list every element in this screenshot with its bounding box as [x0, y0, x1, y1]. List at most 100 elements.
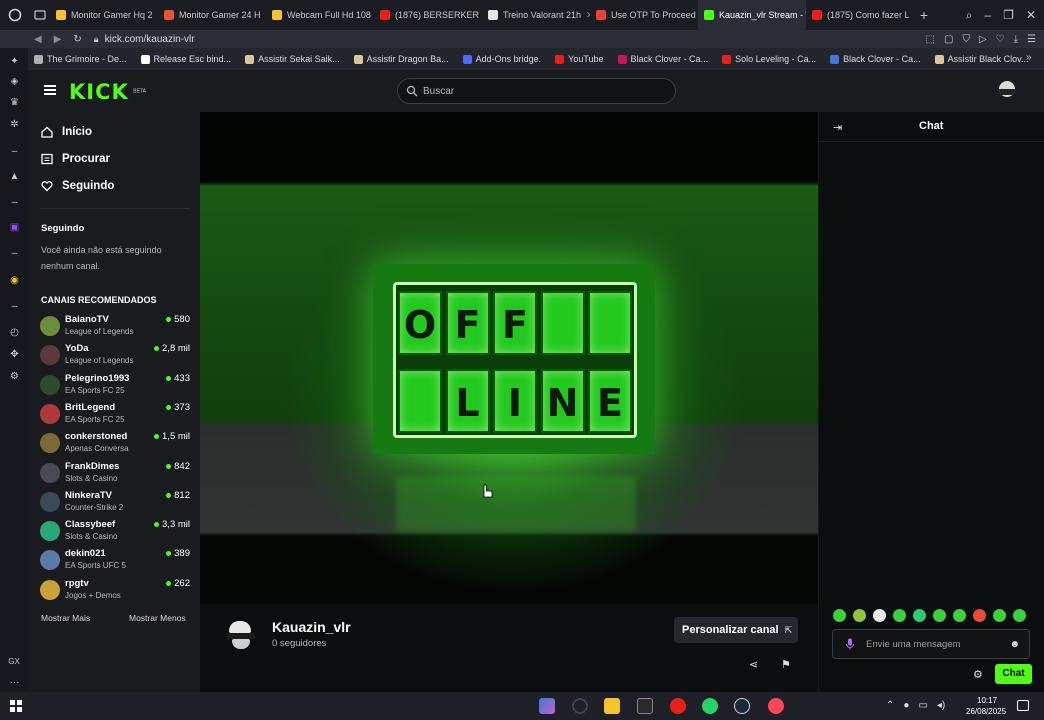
kick-logo[interactable]: KICK BETA: [69, 80, 146, 104]
bookmark-item[interactable]: Release Esc bind...: [140, 54, 231, 64]
search-input[interactable]: Buscar: [423, 86, 454, 97]
recommended-channel[interactable]: NinkeraTV Counter-Strike 2 812: [40, 489, 190, 517]
close-window-button[interactable]: ✕: [1026, 8, 1036, 23]
bookmark-heart-icon[interactable]: ♡: [996, 34, 1005, 45]
taskbar-explorer-icon[interactable]: [604, 698, 620, 714]
sidebar-bug-icon[interactable]: ✲: [9, 119, 20, 130]
windows-start-icon[interactable]: [10, 700, 22, 712]
browser-tab[interactable]: (1876) BERSERKER✕: [374, 0, 482, 30]
bookmark-item[interactable]: Assistir Dragon Ba...: [353, 54, 449, 64]
taskbar-epic-icon[interactable]: [637, 698, 653, 714]
sidebar-aria-icon[interactable]: ▲: [9, 171, 20, 182]
recommended-channel[interactable]: YoDa League of Legends 2,8 mil: [40, 342, 190, 370]
browser-tab[interactable]: (1875) Como fazer L✕: [806, 0, 914, 30]
sidebar-extensions-icon[interactable]: ✥: [9, 349, 20, 360]
taskbar-whatsapp-icon[interactable]: [702, 698, 718, 714]
emote-icon[interactable]: [993, 609, 1006, 622]
bookmark-item[interactable]: Solo Leveling - Ca...: [722, 54, 816, 64]
report-icon[interactable]: ⚑: [781, 658, 791, 671]
sidebar-history-icon[interactable]: ◴: [9, 327, 20, 338]
player-icon[interactable]: ▷: [979, 34, 987, 45]
channel-name[interactable]: Kauazin_vlr: [272, 619, 351, 635]
taskbar-opera-gx-icon[interactable]: [572, 698, 588, 714]
chat-send-button[interactable]: Chat: [995, 664, 1032, 684]
video-player[interactable]: OFFLINE: [200, 112, 818, 604]
taskbar-copilot-icon[interactable]: [539, 698, 555, 714]
sidebar-twitch-icon[interactable]: ▣: [9, 222, 20, 233]
snapshot-icon[interactable]: ▢: [944, 34, 953, 45]
back-icon[interactable]: ◀: [34, 34, 42, 45]
bookmark-item[interactable]: Assistir Sekai Saik...: [245, 54, 340, 64]
recommended-channel[interactable]: dekin021 EA Sports UFC 5 389: [40, 547, 190, 575]
recommended-channel[interactable]: rpgtv Jogos + Demos 262: [40, 577, 190, 605]
share-icon[interactable]: ⋖: [749, 658, 758, 671]
recommended-channel[interactable]: Classybeef Slots & Casino 3,3 mil: [40, 518, 190, 546]
bookmark-item[interactable]: Add-Ons bridge.: [462, 54, 541, 64]
clock-time[interactable]: 10:17: [977, 696, 997, 705]
new-tab-button[interactable]: +: [914, 7, 934, 23]
nav-inicio[interactable]: Início: [41, 126, 92, 138]
sidebar-settings-icon[interactable]: ⚙: [9, 371, 20, 382]
sidebar-gx-icon[interactable]: ✦: [9, 56, 20, 67]
emote-icon[interactable]: [1013, 609, 1026, 622]
bookmarks-overflow-icon[interactable]: »: [1026, 52, 1032, 63]
recommended-channel[interactable]: FrankDimes Slots & Casino 842: [40, 460, 190, 488]
collapse-chat-icon[interactable]: ⇥: [833, 121, 842, 134]
vpn-icon[interactable]: ⛉: [962, 34, 970, 45]
emote-icon[interactable]: [933, 609, 946, 622]
sidebar-gx-corner-icon[interactable]: ◈: [9, 76, 20, 87]
tray-icons[interactable]: ⌃ ● ▭ ◂): [886, 700, 945, 711]
browser-tab[interactable]: Monitor Gamer 24 H✕: [158, 0, 266, 30]
tab-switcher-icon[interactable]: [30, 0, 50, 30]
sidebar-more-icon[interactable]: ···: [9, 677, 20, 688]
emote-icon[interactable]: [913, 609, 926, 622]
chat-input[interactable]: Envie uma mensagem ☻: [832, 629, 1030, 659]
user-avatar[interactable]: [999, 81, 1015, 97]
sidebar-trophy-icon[interactable]: ♛: [9, 97, 20, 108]
emote-icon[interactable]: [953, 609, 966, 622]
channel-avatar[interactable]: [220, 614, 262, 656]
maximize-button[interactable]: ❐: [1003, 8, 1014, 23]
emote-icon[interactable]: [973, 609, 986, 622]
nav-seguindo[interactable]: Seguindo: [41, 180, 114, 192]
show-less-button[interactable]: Mostrar Menos: [129, 613, 186, 623]
recommended-channel[interactable]: conkerstoned Apenas Conversa 1,5 mil: [40, 430, 190, 458]
opera-logo-icon[interactable]: [0, 0, 30, 30]
sidebar-radio-icon[interactable]: ◉: [9, 275, 20, 286]
bookmark-item[interactable]: YouTube: [555, 54, 604, 64]
taskbar-steam-icon[interactable]: [734, 698, 750, 714]
search-tabs-icon[interactable]: ⌕: [966, 8, 973, 23]
bookmark-item[interactable]: The Grimoire - De...: [34, 54, 127, 64]
browser-tab[interactable]: Monitor Gamer Hq 2✕: [50, 0, 158, 30]
tray-network-icon[interactable]: ▭: [918, 700, 927, 711]
browser-tab[interactable]: Kauazin_vlr Stream - Wat✕: [698, 0, 806, 30]
emoji-icon[interactable]: ☻: [1009, 639, 1020, 650]
show-more-button[interactable]: Mostrar Mais: [41, 613, 90, 623]
mic-icon[interactable]: [845, 638, 855, 650]
emote-icon[interactable]: [893, 609, 906, 622]
bookmark-item[interactable]: Black Clover - Ca...: [617, 54, 708, 64]
nav-procurar[interactable]: Procurar: [41, 153, 110, 165]
bookmark-item[interactable]: Black Clover - Ca...: [830, 54, 921, 64]
chat-settings-icon[interactable]: ⚙: [973, 668, 983, 681]
taskbar-app-red-icon[interactable]: [670, 698, 686, 714]
reload-icon[interactable]: ↻: [73, 34, 81, 45]
url-field[interactable]: kick.com/kauazin-vlr: [105, 34, 195, 45]
customize-channel-button[interactable]: Personalizar canal ⇱: [674, 617, 798, 643]
search-bar[interactable]: Buscar: [397, 78, 676, 104]
emote-icon[interactable]: [833, 609, 846, 622]
clock-date[interactable]: 26/08/2025: [966, 707, 1006, 716]
browser-tab[interactable]: Treino Valorant 21h ✕: [482, 0, 590, 30]
tray-volume-icon[interactable]: ◂): [937, 700, 945, 711]
easy-setup-icon[interactable]: ☰: [1027, 34, 1036, 45]
forward-icon[interactable]: ▶: [54, 34, 62, 45]
hamburger-menu-icon[interactable]: [44, 85, 56, 95]
emote-icon[interactable]: [853, 609, 866, 622]
notifications-icon[interactable]: [1017, 700, 1029, 711]
recommended-channel[interactable]: BritLegend EA Sports FC 25 373: [40, 401, 190, 429]
recommended-channel[interactable]: Pelegrino1993 EA Sports FC 25 433: [40, 372, 190, 400]
bookmark-item[interactable]: Assistir Black Clov...: [934, 54, 1029, 64]
browser-tab[interactable]: Use OTP To Proceed✕: [590, 0, 698, 30]
tray-mic-icon[interactable]: ●: [903, 700, 909, 711]
download-icon[interactable]: ⤓: [1014, 34, 1018, 45]
